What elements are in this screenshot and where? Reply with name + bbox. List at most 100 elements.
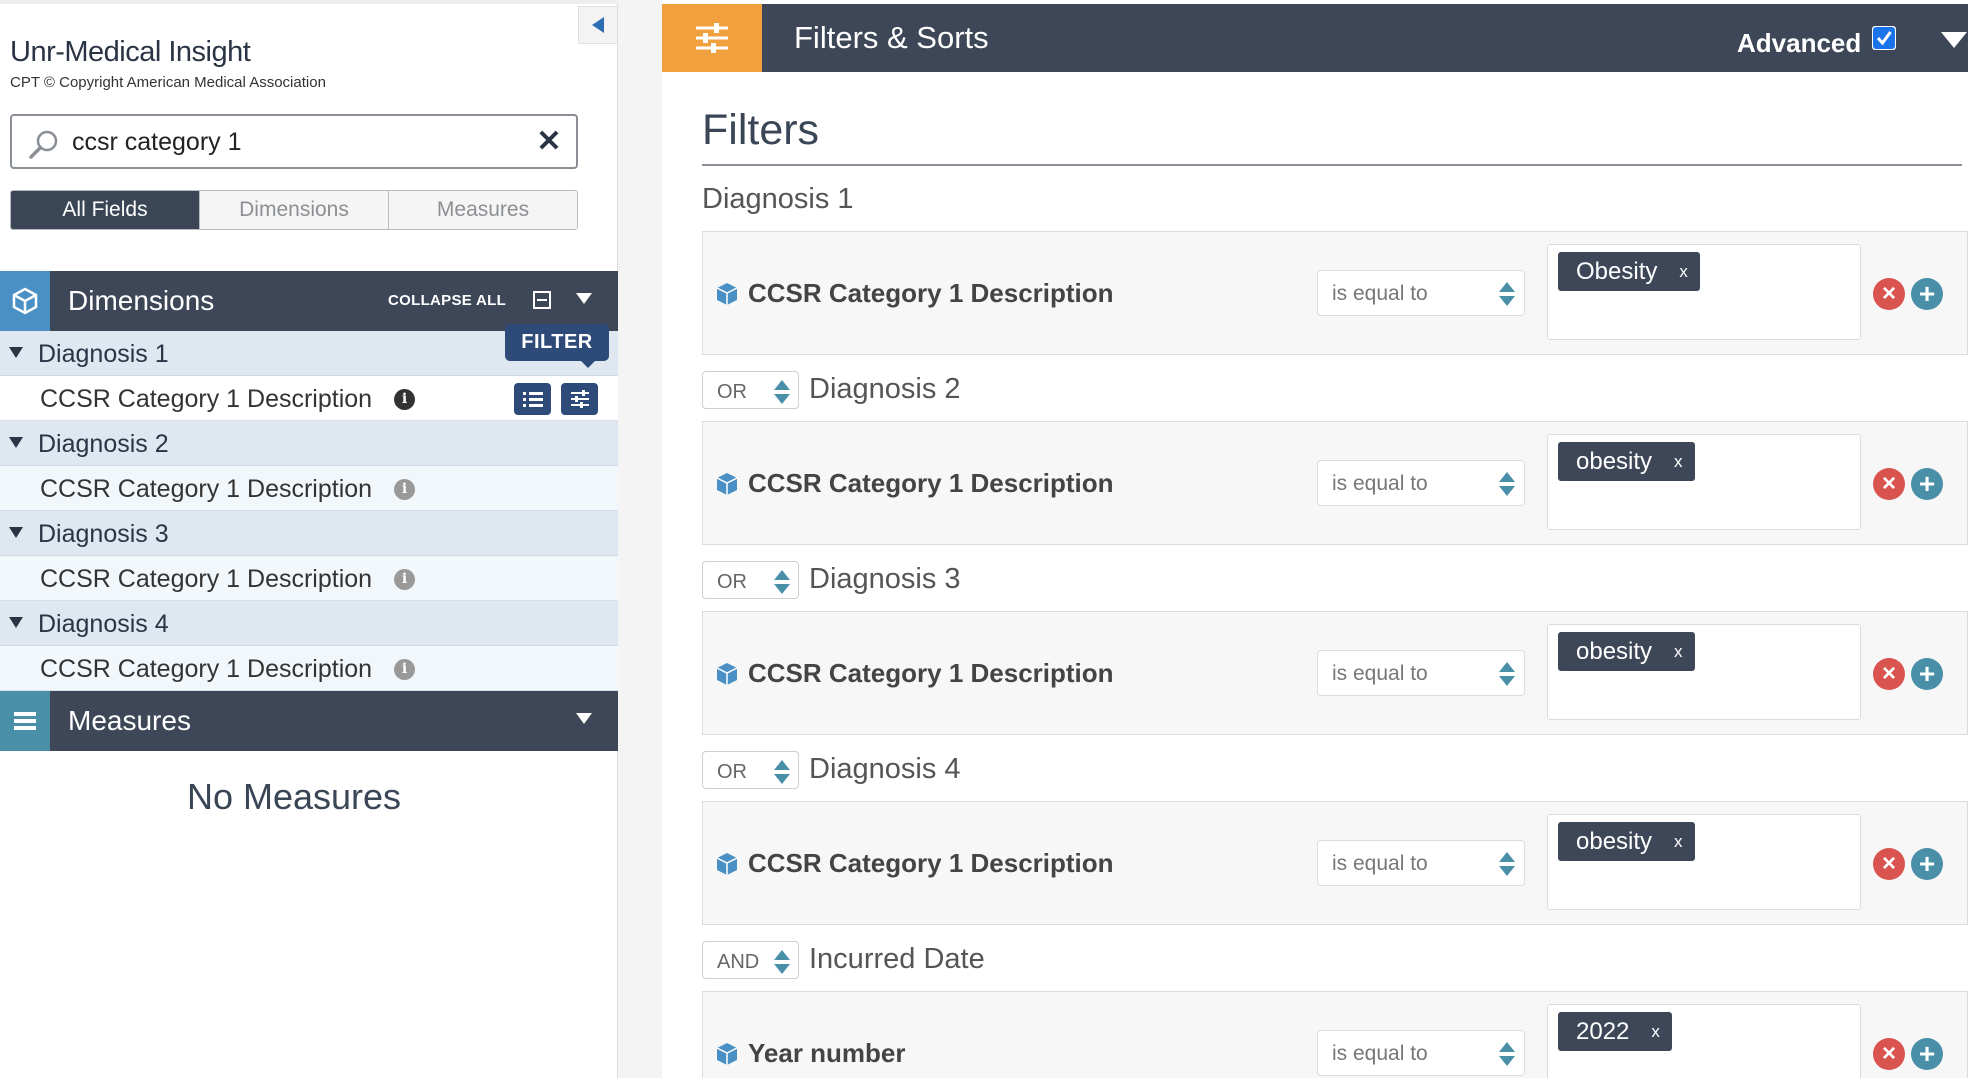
clear-search-button[interactable]: ✕ [534,127,564,157]
add-filter-button[interactable]: + [1911,278,1943,310]
advanced-checkbox[interactable] [1872,26,1896,50]
value-tag: obesity x [1558,632,1695,671]
dimension-group-diagnosis-4[interactable]: Diagnosis 4 [0,601,618,646]
dimension-field-row[interactable]: CCSR Category 1 Description i [0,376,618,421]
filter-row: CCSR Category 1 Description is equal to … [702,611,1968,735]
filter-value-box[interactable]: obesity x [1547,624,1861,720]
remove-tag-button[interactable]: x [1679,262,1688,282]
logic-operator-select[interactable]: AND [702,941,799,979]
value-tag: obesity x [1558,822,1695,861]
filter-group-title: Diagnosis 2 [809,373,961,405]
dimension-field-row[interactable]: CCSR Category 1 Description i [0,556,618,601]
filter-field-name: CCSR Category 1 Description [748,468,1114,498]
filter-value-box[interactable]: 2022 x [1547,1004,1861,1078]
condition-select[interactable]: is equal to [1317,270,1525,316]
operator-value: OR [717,571,747,593]
add-filter-button[interactable]: + [1911,848,1943,880]
remove-tag-button[interactable]: x [1651,1022,1660,1042]
value-tag-label: obesity [1576,447,1653,475]
filter-field-name: CCSR Category 1 Description [748,658,1114,688]
sort-arrows-icon [1499,282,1515,306]
filters-heading: Filters [702,106,820,154]
filter-group-title: Diagnosis 3 [809,563,961,595]
condition-value: is equal to [1332,1042,1428,1065]
search-input[interactable] [72,124,522,160]
remove-filter-button[interactable]: × [1873,278,1905,310]
filter-field-name: CCSR Category 1 Description [748,278,1114,308]
measures-title: Measures [68,705,191,736]
top-divider [0,0,618,4]
filter-value-box[interactable]: obesity x [1547,814,1861,910]
tab-dimensions[interactable]: Dimensions [200,191,389,229]
dimension-group-label: Diagnosis 1 [38,340,169,368]
filter-value-box[interactable]: obesity x [1547,434,1861,530]
info-icon[interactable]: i [394,479,415,500]
copyright-notice: CPT © Copyright American Medical Associa… [10,74,326,91]
filter-tooltip: FILTER [505,324,609,368]
sort-arrows-icon [1499,852,1515,876]
sort-arrows-icon [774,380,790,404]
add-filter-button[interactable] [561,383,598,415]
condition-select[interactable]: is equal to [1317,1030,1525,1076]
add-filter-button[interactable]: + [1911,468,1943,500]
remove-tag-button[interactable]: x [1674,832,1683,852]
panel-gutter [618,0,662,1078]
value-tag-label: 2022 [1576,1017,1630,1045]
cube-icon [716,663,738,685]
sort-arrows-icon [774,760,790,784]
chevron-down-icon[interactable] [576,713,592,724]
chevron-down-icon[interactable] [1941,32,1967,48]
logic-operator-select[interactable]: OR [702,561,799,599]
dimension-field-row[interactable]: CCSR Category 1 Description i [0,646,618,691]
field-picker-panel: Unr-Medical Insight CPT © Copyright Amer… [0,0,618,1078]
dimension-field-row[interactable]: CCSR Category 1 Description i [0,466,618,511]
info-icon[interactable]: i [394,659,415,680]
chevron-down-icon[interactable] [576,293,592,304]
dimension-group-diagnosis-3[interactable]: Diagnosis 3 [0,511,618,556]
dimension-group-diagnosis-2[interactable]: Diagnosis 2 [0,421,618,466]
tab-measures[interactable]: Measures [389,191,577,229]
value-tag-label: Obesity [1576,257,1658,285]
sort-arrows-icon [1499,472,1515,496]
collapse-all-button[interactable]: COLLAPSE ALL [388,292,506,309]
condition-value: is equal to [1332,852,1428,875]
filter-row: CCSR Category 1 Description is equal to … [702,421,1968,545]
filters-settings-button[interactable] [662,4,762,72]
sort-arrows-icon [774,950,790,974]
add-filter-button[interactable]: + [1911,658,1943,690]
sort-arrows-icon [1499,662,1515,686]
dimensions-header[interactable]: Dimensions COLLAPSE ALL [0,271,618,331]
value-tag: 2022 x [1558,1012,1672,1051]
condition-select[interactable]: is equal to [1317,840,1525,886]
field-type-toggle: All Fields Dimensions Measures [10,190,578,230]
cube-icon [716,1043,738,1065]
operator-value: OR [717,381,747,403]
filter-value-box[interactable]: Obesity x [1547,244,1861,340]
collapse-square-icon[interactable] [533,291,551,309]
remove-filter-button[interactable]: × [1873,468,1905,500]
add-filter-button[interactable]: + [1911,1038,1943,1070]
remove-filter-button[interactable]: × [1873,1038,1905,1070]
remove-filter-button[interactable]: × [1873,658,1905,690]
logic-operator-select[interactable]: OR [702,371,799,409]
filter-field-name: Year number [748,1038,906,1068]
condition-select[interactable]: is equal to [1317,650,1525,696]
logic-operator-select[interactable]: OR [702,751,799,789]
remove-tag-button[interactable]: x [1674,642,1683,662]
info-icon[interactable]: i [394,569,415,590]
remove-filter-button[interactable]: × [1873,848,1905,880]
remove-tag-button[interactable]: x [1674,452,1683,472]
cube-icon [716,853,738,875]
condition-select[interactable]: is equal to [1317,460,1525,506]
filter-field-name: CCSR Category 1 Description [748,848,1114,878]
cube-icon [716,473,738,495]
dimension-group-label: Diagnosis 4 [38,610,169,638]
filters-sorts-header: Filters & Sorts Advanced [662,4,1968,72]
tab-all-fields[interactable]: All Fields [11,191,200,229]
operator-value: AND [717,951,760,973]
info-icon[interactable]: i [394,389,415,410]
sort-arrows-icon [774,570,790,594]
measures-header[interactable]: Measures [0,691,618,751]
collapse-panel-button[interactable] [578,6,618,44]
list-values-button[interactable] [514,383,551,415]
